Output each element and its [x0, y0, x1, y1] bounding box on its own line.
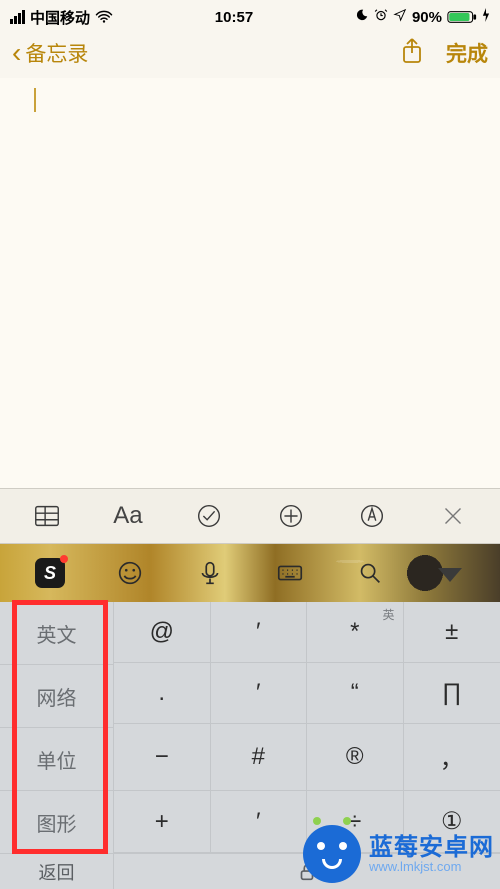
symbol-key[interactable]: “ [307, 663, 404, 724]
watermark-brand: 蓝莓安卓网 [369, 835, 494, 860]
watermark: 蓝莓安卓网 www.lmkjst.com [303, 825, 494, 883]
symbol-key[interactable]: *英 [307, 602, 404, 663]
battery-icon [447, 10, 477, 24]
note-body[interactable] [0, 78, 500, 488]
symbol-key[interactable]: ′ [211, 663, 308, 724]
status-left: 中国移动 [10, 7, 113, 28]
wifi-icon [95, 10, 113, 24]
moon-icon [355, 8, 369, 26]
done-button[interactable]: 完成 [446, 38, 488, 68]
symbol-key[interactable]: # [211, 724, 308, 792]
chevron-left-icon: ‹ [12, 39, 21, 67]
back-label: 备忘录 [25, 38, 88, 68]
share-button[interactable] [400, 37, 424, 70]
symbol-key[interactable]: ® [307, 724, 404, 792]
nav-bar: ‹ 备忘录 完成 [0, 30, 500, 78]
clock: 10:57 [215, 9, 253, 26]
symbol-category-column[interactable]: 英文 网络 单位 图形 [0, 602, 114, 853]
symbol-key[interactable]: . [114, 663, 211, 724]
symbol-grid: @ ′ *英 ± . ′ “ ∏ − # ® ， + ′ ÷ ① [114, 602, 500, 853]
markup-button[interactable] [346, 490, 398, 542]
symbol-key[interactable]: @ [114, 602, 211, 663]
carrier-label: 中国移动 [30, 7, 90, 28]
symbols-panel: 英文 网络 单位 图形 @ ′ *英 ± . ′ “ ∏ − # ® ， + ′… [0, 602, 500, 853]
alarm-icon [374, 8, 388, 26]
symbol-key[interactable]: ′ [211, 602, 308, 663]
mic-button[interactable] [186, 553, 234, 593]
sogou-button[interactable]: S [26, 553, 74, 593]
watermark-logo [303, 825, 361, 883]
dismiss-toolbar-button[interactable] [427, 490, 479, 542]
symbol-key[interactable]: ， [404, 724, 500, 792]
category-units[interactable]: 单位 [0, 728, 113, 791]
return-button[interactable]: 返回 [0, 854, 114, 889]
symbol-key[interactable]: ′ [211, 791, 308, 853]
signal-bars-icon [10, 10, 25, 24]
charging-icon [482, 8, 490, 26]
watermark-url: www.lmkjst.com [369, 860, 461, 874]
symbol-key[interactable]: − [114, 724, 211, 792]
battery-pct: 90% [412, 9, 442, 26]
table-button[interactable] [21, 490, 73, 542]
location-icon [393, 8, 407, 26]
text-format-button[interactable]: Aa [102, 490, 154, 542]
category-english[interactable]: 英文 [0, 602, 113, 665]
checklist-button[interactable] [183, 490, 235, 542]
add-button[interactable] [265, 490, 317, 542]
category-network[interactable]: 网络 [0, 665, 113, 728]
search-ime-button[interactable] [346, 553, 394, 593]
ime-toolbar: S [0, 544, 500, 602]
status-right: 90% [355, 8, 490, 26]
collapse-keyboard-button[interactable] [426, 553, 474, 593]
chevron-down-icon [438, 568, 462, 582]
back-button[interactable]: ‹ 备忘录 [12, 38, 88, 68]
keyboard-layout-button[interactable] [266, 553, 314, 593]
emoji-button[interactable] [106, 553, 154, 593]
category-shapes[interactable]: 图形 [0, 791, 113, 853]
status-bar: 中国移动 10:57 90% [0, 0, 500, 30]
text-cursor [34, 88, 36, 112]
symbol-key[interactable]: ∏ [404, 663, 500, 724]
symbol-key[interactable]: + [114, 791, 211, 853]
symbol-key[interactable]: ± [404, 602, 500, 663]
sogou-icon: S [35, 558, 65, 588]
notes-formatting-toolbar: Aa [0, 488, 500, 544]
